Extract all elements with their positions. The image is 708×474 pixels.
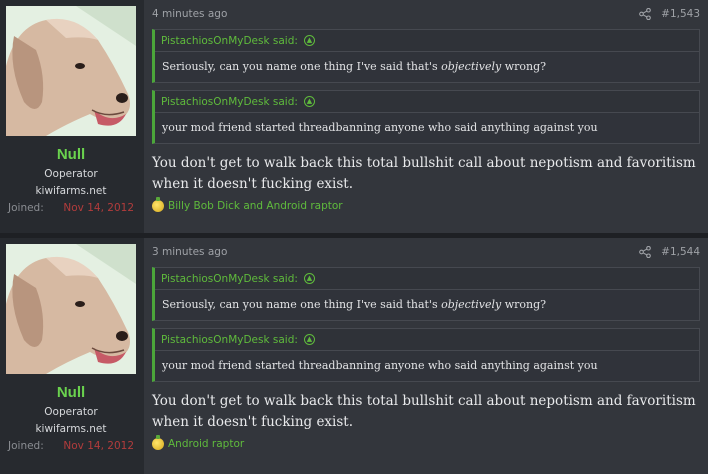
message-line: when it doesn't fucking exist. xyxy=(152,176,354,192)
quote-block: PistachiosOnMyDesk said: ▲ your mod frie… xyxy=(152,328,700,382)
reaction-icon xyxy=(152,197,164,212)
share-icon[interactable] xyxy=(639,246,651,258)
post-time[interactable]: 3 minutes ago xyxy=(152,246,227,258)
post-number[interactable]: #1,544 xyxy=(661,246,700,258)
quote-header: PistachiosOnMyDesk said: ▲ xyxy=(155,329,699,351)
post: Null Ooperator kiwifarms.net Joined: Nov… xyxy=(0,238,708,474)
quote-header: PistachiosOnMyDesk said: ▲ xyxy=(155,91,699,113)
avatar[interactable] xyxy=(6,6,136,136)
share-icon[interactable] xyxy=(639,8,651,20)
user-joined: Joined: Nov 14, 2012 xyxy=(6,440,136,452)
message-line: You don't get to walk back this total bu… xyxy=(152,393,696,409)
quote-text-part: Seriously, can you name one thing I've s… xyxy=(162,298,442,311)
quote-header: PistachiosOnMyDesk said: ▲ xyxy=(155,30,699,52)
quote-text: your mod friend started threadbanning an… xyxy=(155,351,699,381)
avatar[interactable] xyxy=(6,244,136,374)
reaction-users[interactable]: Android raptor xyxy=(168,438,244,450)
quote-text: Seriously, can you name one thing I've s… xyxy=(155,290,699,320)
username[interactable]: Null xyxy=(6,146,136,163)
post-message: You don't get to walk back this total bu… xyxy=(152,153,700,195)
quote-block: PistachiosOnMyDesk said: ▲ Seriously, ca… xyxy=(152,267,700,321)
post-time[interactable]: 4 minutes ago xyxy=(152,8,227,20)
post-content: 4 minutes ago #1,543 PistachiosOnMyDesk … xyxy=(144,0,708,233)
quote-author[interactable]: PistachiosOnMyDesk said: xyxy=(161,273,298,285)
post-meta: 4 minutes ago #1,543 xyxy=(152,6,700,22)
quote-block: PistachiosOnMyDesk said: ▲ your mod frie… xyxy=(152,90,700,144)
user-joined: Joined: Nov 14, 2012 xyxy=(6,202,136,214)
user-cell: Null Ooperator kiwifarms.net Joined: Nov… xyxy=(0,238,144,474)
user-title: Ooperator xyxy=(44,168,98,180)
quote-author[interactable]: PistachiosOnMyDesk said: xyxy=(161,35,298,47)
quote-text-part: Seriously, can you name one thing I've s… xyxy=(162,60,442,73)
reaction-icon xyxy=(152,435,164,450)
username[interactable]: Null xyxy=(6,384,136,401)
quote-text-part: your mod friend started threadbanning an… xyxy=(162,121,598,134)
arrow-up-circle-icon[interactable]: ▲ xyxy=(303,273,315,284)
joined-date: Nov 14, 2012 xyxy=(63,202,134,214)
arrow-up-circle-icon[interactable]: ▲ xyxy=(303,96,315,107)
quote-emphasis: objectively xyxy=(441,60,502,73)
user-site: kiwifarms.net xyxy=(35,185,107,197)
arrow-up-circle-icon[interactable]: ▲ xyxy=(303,35,315,46)
reactions-bar[interactable]: Android raptor xyxy=(152,435,700,450)
arrow-up-circle-icon[interactable]: ▲ xyxy=(303,334,315,345)
thread: Null Ooperator kiwifarms.net Joined: Nov… xyxy=(0,0,708,474)
quote-text: your mod friend started threadbanning an… xyxy=(155,113,699,143)
quote-text-part: wrong? xyxy=(501,298,547,311)
joined-date: Nov 14, 2012 xyxy=(63,440,134,452)
quote-header: PistachiosOnMyDesk said: ▲ xyxy=(155,268,699,290)
post-content: 3 minutes ago #1,544 PistachiosOnMyDesk … xyxy=(144,238,708,474)
quote-author[interactable]: PistachiosOnMyDesk said: xyxy=(161,96,298,108)
quote-text: Seriously, can you name one thing I've s… xyxy=(155,52,699,82)
quote-text-part: wrong? xyxy=(501,60,547,73)
post: Null Ooperator kiwifarms.net Joined: Nov… xyxy=(0,0,708,233)
quote-block: PistachiosOnMyDesk said: ▲ Seriously, ca… xyxy=(152,29,700,83)
post-meta: 3 minutes ago #1,544 xyxy=(152,244,700,260)
joined-label: Joined: xyxy=(8,202,44,214)
quote-emphasis: objectively xyxy=(441,298,502,311)
reaction-users[interactable]: Billy Bob Dick and Android raptor xyxy=(168,200,343,212)
user-site: kiwifarms.net xyxy=(35,423,107,435)
joined-label: Joined: xyxy=(8,440,44,452)
post-number[interactable]: #1,543 xyxy=(661,8,700,20)
post-message: You don't get to walk back this total bu… xyxy=(152,391,700,433)
reactions-bar[interactable]: Billy Bob Dick and Android raptor xyxy=(152,197,700,212)
message-line: You don't get to walk back this total bu… xyxy=(152,155,696,171)
quote-author[interactable]: PistachiosOnMyDesk said: xyxy=(161,334,298,346)
user-title: Ooperator xyxy=(44,406,98,418)
message-line: when it doesn't fucking exist. xyxy=(152,414,354,430)
quote-text-part: your mod friend started threadbanning an… xyxy=(162,359,598,372)
user-cell: Null Ooperator kiwifarms.net Joined: Nov… xyxy=(0,0,144,233)
